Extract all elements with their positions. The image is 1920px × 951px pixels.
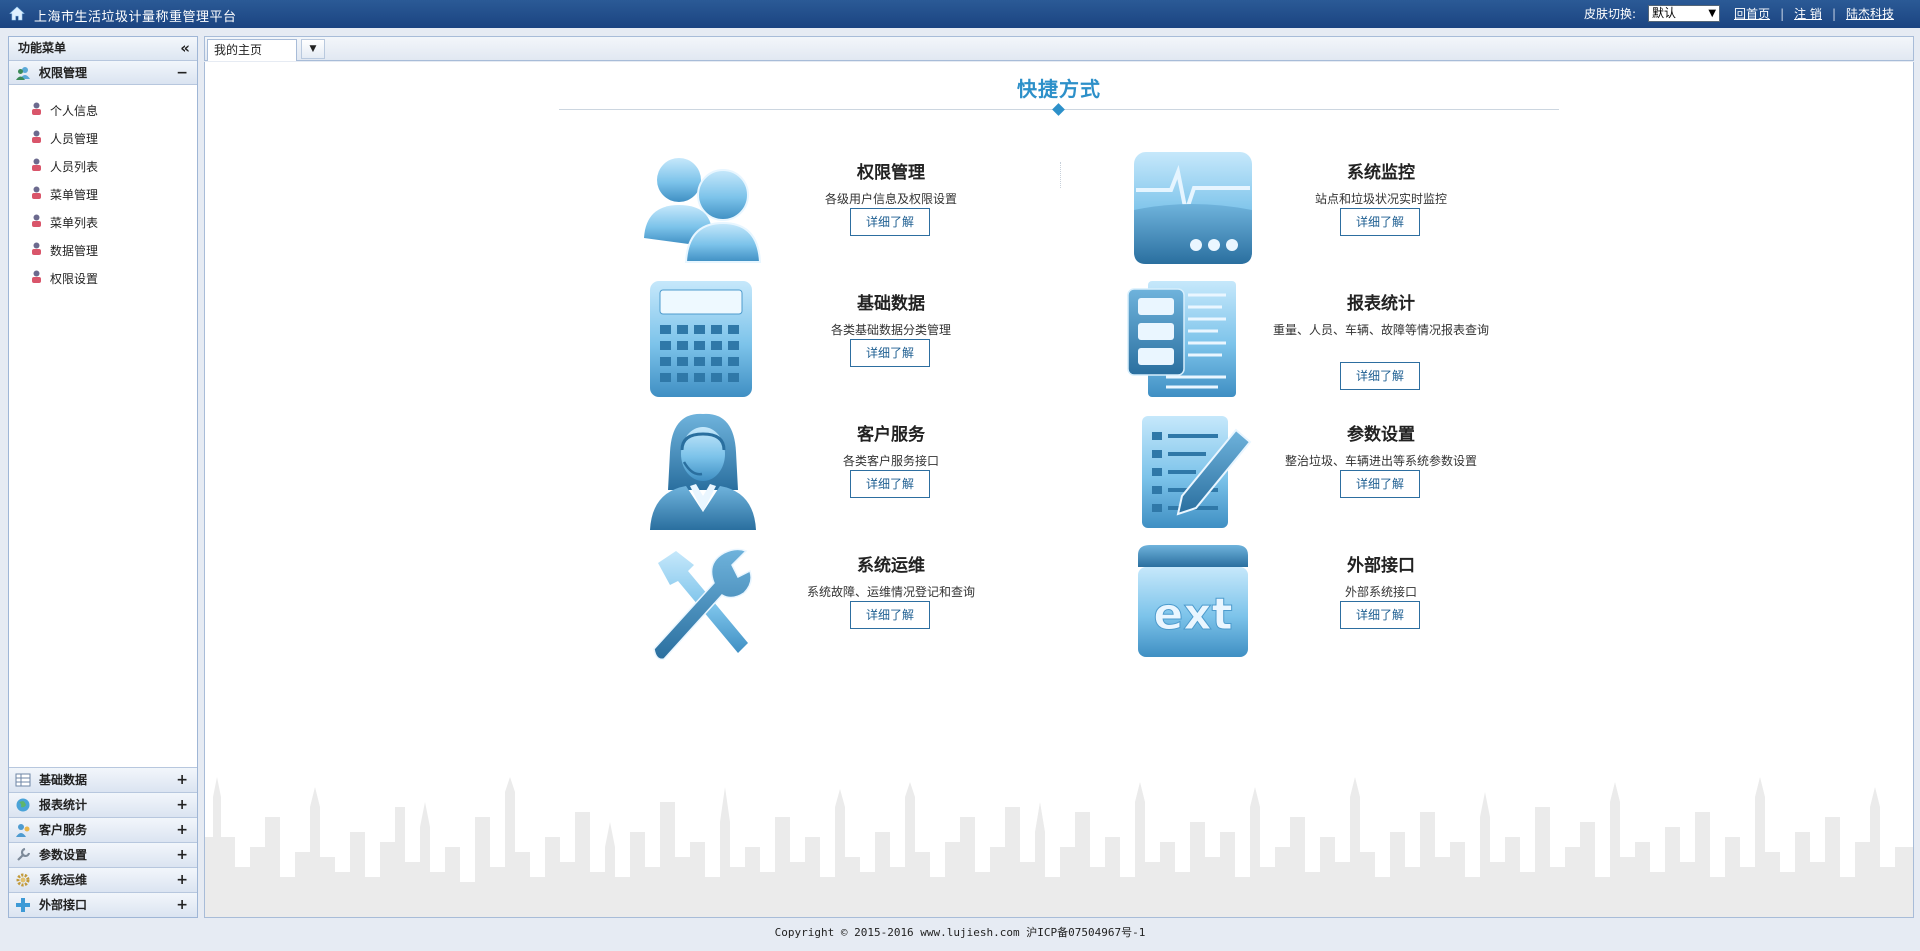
tab-home[interactable]: 我的主页 [207,39,297,61]
details-button-parameters[interactable]: 详细了解 [1340,470,1420,498]
divider: | [1831,6,1836,21]
details-button-reports[interactable]: 详细了解 [1340,362,1420,390]
city-skyline-background [205,777,1913,917]
tools-icon [653,548,752,661]
quick-card-permissions: 权限管理 各级用户信息及权限设置 详细了解 [636,150,1096,275]
quick-card-basic-data: 基础数据 各类基础数据分类管理 详细了解 [636,281,1096,406]
app-title: 上海市生活垃圾计量称重管理平台 [34,10,237,25]
sidebar-group-parameters[interactable]: 参数设置 + [9,842,197,867]
monitor-icon [1134,152,1252,264]
sidebar-group-reports[interactable]: 报表统计 + [9,792,197,817]
sidebar-title: 功能菜单 [18,41,67,55]
sidebar: 功能菜单 « 权限管理 − 个人信息 人员管理 人员列表 菜单管理 菜单列表 数… [8,36,198,918]
copyright-footer: Copyright © 2015-2016 www.lujiesh.com 沪I… [774,926,1146,939]
menu-item-staff-management[interactable]: 人员管理 [9,125,197,153]
expand-group-icon[interactable]: + [176,893,188,918]
top-bar: 上海市生活垃圾计量称重管理平台 皮肤切换: 默认 ▼ 回首页 | 注 销 | 陆… [0,0,1920,28]
user-icon [32,158,41,171]
globe-icon [16,798,30,812]
permissions-menu-list: 个人信息 人员管理 人员列表 菜单管理 菜单列表 数据管理 权限设置 [9,85,197,765]
card-title: 权限管理 [857,163,925,183]
company-link[interactable]: 陆杰科技 [1846,5,1894,22]
details-button-basic-data[interactable]: 详细了解 [850,339,930,367]
dropdown-arrow-icon: ▼ [1708,8,1717,19]
divider: | [1780,6,1785,21]
skin-label: 皮肤切换: [1584,7,1637,21]
card-title: 报表统计 [1347,294,1415,314]
details-button-operations[interactable]: 详细了解 [850,601,930,629]
skin-select[interactable]: 默认 ▼ [1648,5,1721,22]
quick-card-reports: 报表统计 重量、人员、车辆、故障等情况报表查询 详细了解 [1126,281,1586,406]
details-button-external-api[interactable]: 详细了解 [1340,601,1420,629]
sidebar-group-basic-data[interactable]: 基础数据 + [9,767,197,792]
menu-item-menu-management[interactable]: 菜单管理 [9,181,197,209]
collapse-sidebar-icon[interactable]: « [180,37,190,60]
ext-icon: ext [1138,545,1248,657]
details-button-permissions[interactable]: 详细了解 [850,208,930,236]
main-content: 快捷方式 权限管理 各级用户信息及权限设置 详细了解 系统监控 站点和垃圾状况实… [204,62,1914,918]
quick-card-customer-service: 客户服务 各类客户服务接口 详细了解 [636,412,1096,537]
menu-item-data-management[interactable]: 数据管理 [9,237,197,265]
details-button-monitoring[interactable]: 详细了解 [1340,208,1420,236]
quick-access-title: 快捷方式 [1017,77,1101,101]
expand-group-icon[interactable]: + [176,793,188,818]
tab-menu-button[interactable]: ▼ [301,39,325,59]
quick-card-monitoring: 系统监控 站点和垃圾状况实时监控 详细了解 [1126,150,1586,275]
user-icon [32,270,41,283]
dropdown-arrow-icon: ▼ [309,44,317,54]
card-title: 系统运维 [857,556,925,576]
card-title: 参数设置 [1347,425,1415,445]
user-icon [32,242,41,255]
home-link[interactable]: 回首页 [1734,5,1770,22]
home-icon[interactable] [9,6,25,21]
svg-text:ext: ext [1153,589,1232,640]
card-title: 客户服务 [857,425,925,445]
menu-item-staff-list[interactable]: 人员列表 [9,153,197,181]
menu-item-menu-list[interactable]: 菜单列表 [9,209,197,237]
gear-icon [16,873,30,887]
sidebar-collapsed-groups: 基础数据 + 报表统计 + 客户服务 + 参数设置 + 系统运维 + 外部接口 … [9,767,197,917]
diamond-icon [1052,103,1065,116]
card-description: 重量、人员、车辆、故障等情况报表查询 [1272,323,1489,337]
collapse-group-icon[interactable]: − [176,61,188,85]
customer-service-icon [650,413,756,530]
quick-card-operations: 系统运维 系统故障、运维情况登记和查询 详细了解 [636,543,1096,668]
user-icon [32,214,41,227]
report-icon [1127,281,1236,397]
sidebar-group-label: 权限管理 [39,66,88,80]
expand-group-icon[interactable]: + [176,768,188,793]
expand-group-icon[interactable]: + [176,868,188,893]
logout-link[interactable]: 注 销 [1794,5,1822,22]
quick-card-parameters: 参数设置 整治垃圾、车辆进出等系统参数设置 详细了解 [1126,412,1586,537]
card-title: 基础数据 [857,294,925,314]
menu-item-personal-info[interactable]: 个人信息 [9,97,197,125]
customer-icon [16,824,30,837]
skin-select-value: 默认 [1652,6,1677,20]
calculator-icon [650,281,752,397]
card-title: 外部接口 [1347,556,1415,576]
plus-cross-icon [16,898,30,912]
table-icon [15,773,31,787]
user-icon [32,130,41,143]
expand-group-icon[interactable]: + [176,843,188,868]
settings-pen-icon [1142,416,1252,528]
wrench-icon [17,847,31,861]
tab-bar: 我的主页 ▼ [204,36,1914,61]
sidebar-group-external-api[interactable]: 外部接口 + [9,892,197,917]
card-title: 系统监控 [1347,163,1415,183]
sidebar-header: 功能菜单 « [9,37,197,61]
sidebar-group-operations[interactable]: 系统运维 + [9,867,197,892]
top-right-controls: 皮肤切换: 默认 ▼ 回首页 | 注 销 | 陆杰科技 [1584,5,1894,22]
details-button-customer-service[interactable]: 详细了解 [850,470,930,498]
users-group-icon [16,67,30,80]
sidebar-group-customer-service[interactable]: 客户服务 + [9,817,197,842]
expand-group-icon[interactable]: + [176,818,188,843]
menu-item-permission-settings[interactable]: 权限设置 [9,265,197,293]
quick-card-external-api: ext 外部接口 外部系统接口 详细了解 [1126,543,1586,668]
sidebar-group-permissions[interactable]: 权限管理 − [9,61,197,85]
users-icon [644,158,762,263]
user-icon [32,186,41,199]
user-icon [32,102,41,115]
